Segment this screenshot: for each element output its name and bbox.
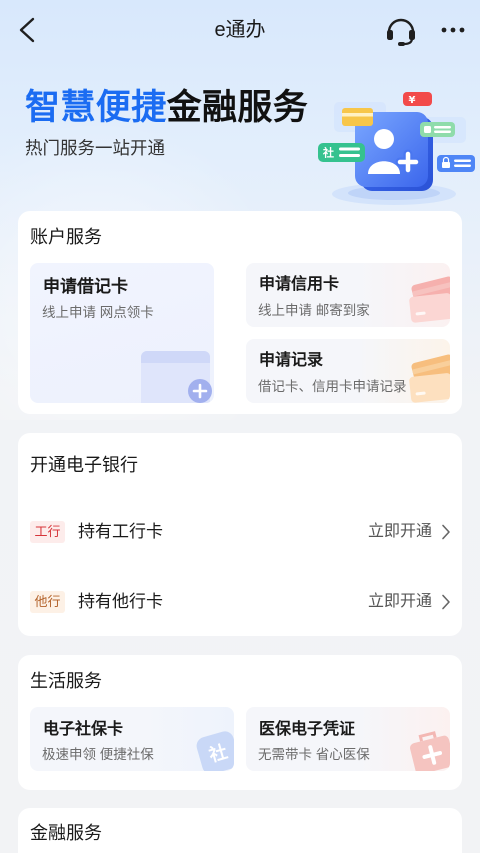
apply-debit-card-subtitle: 线上申请 网点领卡 (42, 305, 154, 320)
chevron-right-icon (442, 594, 450, 610)
medical-insurance-voucher-tile[interactable]: 医保电子凭证 无需带卡 省心医保 (246, 707, 450, 771)
e-social-security-card-tile[interactable]: 电子社保卡 极速申领 便捷社保 社 (30, 707, 234, 771)
blue-lock-badge (437, 155, 475, 172)
ebanking-title: 开通电子银行 (30, 455, 138, 475)
life-services-card: 生活服务 电子社保卡 极速申领 便捷社保 社 医保电子凭证 无需带卡 省心医保 (18, 655, 462, 790)
apply-credit-card-title: 申请信用卡 (259, 276, 340, 293)
e-social-security-card-subtitle: 极速申领 便捷社保 (42, 747, 154, 762)
yen-badge: ¥ (403, 92, 432, 106)
other-bank-badge: 他行 (30, 591, 65, 613)
social-badge-text: 社 (322, 146, 334, 160)
e-social-security-card-title: 电子社保卡 (43, 721, 124, 738)
medical-kit-icon (410, 731, 450, 771)
application-records-title: 申请记录 (259, 352, 324, 369)
green-info-badge (420, 122, 455, 137)
illustration-yellow-card (342, 108, 373, 126)
top-nav-bar: e通办 (0, 0, 480, 60)
icbc-badge: 工行 (30, 521, 65, 543)
credit-card-icon (409, 276, 450, 323)
hero-title: 智慧便捷金融服务 (25, 88, 308, 128)
chevron-right-icon (442, 524, 450, 540)
page-title: e通办 (214, 19, 266, 41)
account-services-title: 账户服务 (30, 227, 102, 247)
apply-debit-card-tile[interactable]: 申请借记卡 线上申请 网点领卡 (30, 263, 214, 403)
apply-debit-card-title: 申请借记卡 (43, 277, 128, 296)
open-now-link-other[interactable]: 立即开通 (368, 578, 432, 626)
apply-credit-card-subtitle: 线上申请 邮寄到家 (258, 303, 370, 318)
debit-card-plus-icon (141, 351, 212, 403)
ebanking-row-other-bank-card[interactable]: 他行 持有他行卡 立即开通 (18, 578, 462, 626)
apply-credit-card-tile[interactable]: 申请信用卡 线上申请 邮寄到家 (246, 263, 450, 327)
financial-services-title: 金融服务 (30, 823, 102, 843)
icbc-card-label: 持有工行卡 (78, 522, 163, 541)
hero-title-rest: 金融服务 (166, 88, 309, 127)
social-security-icon: 社 (196, 731, 234, 771)
more-dots-icon[interactable] (436, 18, 470, 42)
hero-subtitle: 热门服务一站开通 (25, 138, 165, 158)
financial-services-card: 金融服务 (18, 808, 462, 853)
open-now-link-icbc[interactable]: 立即开通 (368, 508, 432, 556)
medical-insurance-voucher-title: 医保电子凭证 (259, 721, 356, 738)
other-bank-card-label: 持有他行卡 (78, 592, 163, 611)
account-services-card: 账户服务 申请借记卡 线上申请 网点领卡 申请信用卡 线上申请 邮寄到家 申请记… (18, 211, 462, 414)
social-security-badge: 社 (318, 143, 365, 162)
hero-illustration: ¥ 社 (318, 92, 475, 205)
medical-insurance-voucher-subtitle: 无需带卡 省心医保 (258, 747, 370, 762)
life-services-title: 生活服务 (30, 671, 102, 691)
card-records-icon (409, 354, 450, 403)
headset-icon[interactable] (384, 12, 418, 46)
chevron-left-icon[interactable] (12, 14, 44, 46)
application-records-tile[interactable]: 申请记录 借记卡、信用卡申请记录 (246, 339, 450, 403)
hero-title-highlight: 智慧便捷 (25, 88, 167, 127)
ebanking-row-icbc-card[interactable]: 工行 持有工行卡 立即开通 (18, 508, 462, 556)
application-records-subtitle: 借记卡、信用卡申请记录 (258, 379, 407, 394)
yen-badge-text: ¥ (409, 95, 416, 106)
ebanking-card: 开通电子银行 工行 持有工行卡 立即开通 他行 持有他行卡 立即开通 (18, 433, 462, 636)
